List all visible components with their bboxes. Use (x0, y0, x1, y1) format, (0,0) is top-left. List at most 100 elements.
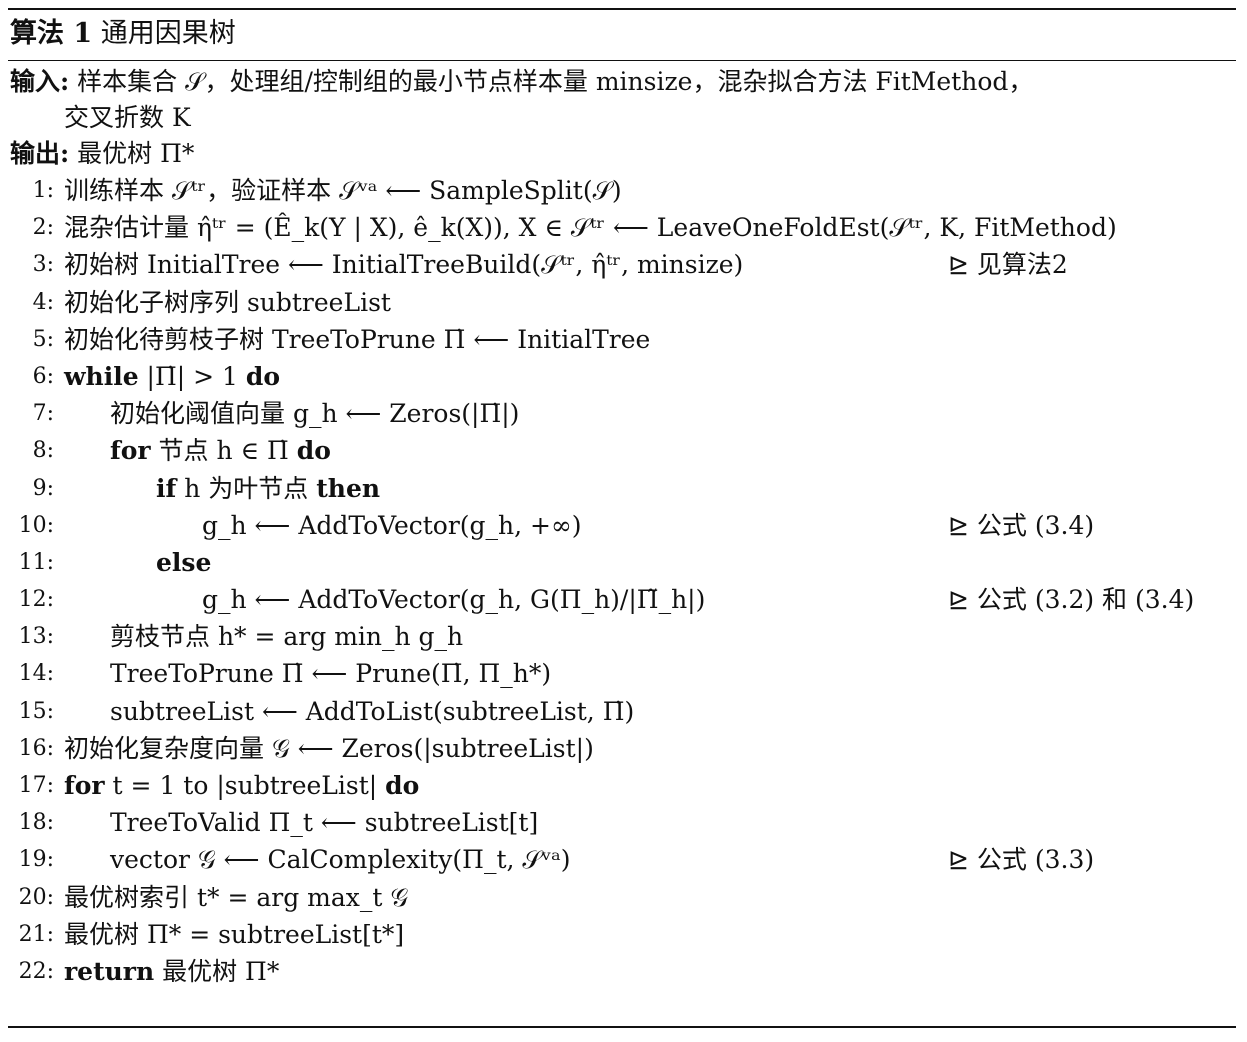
line-statement: 最优树索引 t* = arg max_t 𝒢 (64, 879, 408, 916)
algorithm-line: 1: 训练样本 𝒮ᵗʳ，验证样本 𝒮ᵛᵃ ⟵ SampleSplit(𝒮) (8, 172, 1236, 209)
algorithm-line: 10: g_h ⟵ AddToVector(g_h, +∞) ⊵ 公式 (3.4) (8, 507, 1236, 544)
statement-text: 初始化复杂度向量 𝒢 ⟵ Zeros(|subtreeList|) (64, 733, 594, 763)
algorithm-line: 7: 初始化阈值向量 g_h ⟵ Zeros(|Π̇|) (8, 395, 1236, 432)
output-label: 输出: (10, 139, 70, 168)
output-line: 输出: 最优树 Π* (8, 136, 1236, 172)
line-statement: if h 为叶节点 then (156, 470, 380, 507)
line-statement: 初始化子树序列 subtreeList (64, 284, 391, 321)
line-statement: 初始化复杂度向量 𝒢 ⟵ Zeros(|subtreeList|) (64, 730, 594, 767)
keyword: if (156, 473, 177, 503)
line-comment: ⊵ 公式 (3.4) (948, 510, 1095, 540)
statement-text: 初始化待剪枝子树 TreeToPrune Π̇ ⟵ InitialTree (64, 324, 651, 354)
algorithm-line: 21: 最优树 Π* = subtreeList[t*] (8, 916, 1236, 953)
keyword: for (64, 771, 105, 800)
keyword: return (64, 956, 155, 986)
line-number: 20: (18, 884, 54, 910)
statement-text: t = 1 to |subtreeList| (104, 771, 386, 800)
algorithm-caption: 算法 1 通用因果树 (8, 10, 1236, 60)
input-label: 输入: (10, 67, 70, 96)
line-number: 15: (18, 698, 54, 724)
algorithm-line: 14: TreeToPrune Π̇ ⟵ Prune(Π̇, Π_h*) (8, 655, 1236, 692)
statement-text: 初始树 InitialTree ⟵ InitialTreeBuild(𝒮ᵗʳ, … (64, 250, 744, 280)
line-number: 8: (32, 438, 54, 464)
line-number: 1: (32, 178, 54, 203)
caption-rule (8, 60, 1236, 61)
algorithm-line: 11: else (8, 544, 1236, 581)
input-text-continued: 交叉折数 K (64, 103, 191, 132)
line-comment: ⊵ 公式 (3.2) 和 (3.4) (948, 585, 1195, 615)
statement-text: 初始化子树序列 subtreeList (64, 287, 391, 317)
algorithm-line: 17: for t = 1 to |subtreeList| do (8, 767, 1236, 804)
line-statement: for 节点 h ∈ Π̇ do (110, 432, 331, 469)
line-statement: 初始化待剪枝子树 TreeToPrune Π̇ ⟵ InitialTree (64, 321, 650, 358)
line-statement: while |Π̇| > 1 do (64, 358, 280, 395)
line-number: 4: (32, 289, 54, 315)
line-statement: return 最优树 Π* (64, 953, 279, 990)
algorithm-line: 8: for 节点 h ∈ Π̇ do (8, 432, 1236, 469)
algorithm-line: 18: TreeToValid Π_t ⟵ subtreeList[t] (8, 804, 1236, 841)
line-number: 22: (18, 958, 54, 984)
line-statement: TreeToPrune Π̇ ⟵ Prune(Π̇, Π_h*) (110, 655, 551, 692)
algorithm-title: 通用因果树 (100, 18, 236, 49)
output-text: 最优树 Π* (69, 139, 195, 168)
line-number: 16: (18, 735, 54, 761)
algorithm-line: 16: 初始化复杂度向量 𝒢 ⟵ Zeros(|subtreeList|) (8, 730, 1236, 767)
statement-text: g_h ⟵ AddToVector(g_h, +∞) (202, 510, 582, 540)
statement-text: subtreeList ⟵ AddToList(subtreeList, Π̇) (110, 696, 635, 726)
algorithm-line: 3: 初始树 InitialTree ⟵ InitialTreeBuild(𝒮ᵗʳ… (8, 246, 1236, 283)
keyword: then (316, 473, 381, 503)
line-number: 2: (32, 215, 54, 241)
statement-text: TreeToPrune Π̇ ⟵ Prune(Π̇, Π_h*) (110, 659, 552, 689)
statement-text: 最优树索引 t* = arg max_t 𝒢 (64, 882, 409, 912)
statement-text: 训练样本 𝒮ᵗʳ，验证样本 𝒮ᵛᵃ ⟵ SampleSplit(𝒮) (64, 176, 622, 205)
algorithm-number: 算法 1 (10, 18, 93, 49)
algorithm-line: 2: 混杂估计量 η̂ᵗʳ = (Ê_k(Y | X), ê_k(X)), X ∈… (8, 209, 1236, 246)
statement-text: |Π̇| > 1 (138, 361, 246, 391)
line-statement: g_h ⟵ AddToVector(g_h, +∞) (202, 507, 582, 544)
line-statement: for t = 1 to |subtreeList| do (64, 767, 419, 804)
line-number: 3: (32, 252, 54, 278)
statement-text: vector 𝒢 ⟵ CalComplexity(Π_t, 𝒮ᵛᵃ) (110, 845, 571, 875)
line-number: 10: (18, 512, 54, 538)
line-number: 12: (18, 587, 54, 613)
statement-text: 节点 h ∈ Π̇ (150, 436, 297, 466)
algorithm-line: 4: 初始化子树序列 subtreeList (8, 284, 1236, 321)
keyword: while (64, 361, 139, 391)
algorithm-line: 22: return 最优树 Π* (8, 953, 1236, 990)
algorithm-line: 13: 剪枝节点 h* = arg min_h g_h (8, 618, 1236, 655)
input-line: 输入: 样本集合 𝒮，处理组/控制组的最小节点样本量 minsize，混杂拟合方… (8, 64, 1236, 100)
line-number: 6: (32, 363, 54, 389)
statement-text: 最优树 Π* (154, 956, 280, 986)
algorithm-lines: 1: 训练样本 𝒮ᵗʳ，验证样本 𝒮ᵛᵃ ⟵ SampleSplit(𝒮) 2: 混杂… (8, 172, 1236, 990)
line-number: 7: (32, 401, 54, 427)
line-statement: 剪枝节点 h* = arg min_h g_h (110, 618, 463, 655)
keyword: do (385, 771, 420, 800)
line-statement: 最优树 Π* = subtreeList[t*] (64, 916, 404, 953)
line-number: 19: (18, 847, 54, 873)
algorithm-line: 19: vector 𝒢 ⟵ CalComplexity(Π_t, 𝒮ᵛᵃ) ⊵ 公… (8, 841, 1236, 878)
line-statement: TreeToValid Π_t ⟵ subtreeList[t] (110, 804, 538, 841)
line-statement: g_h ⟵ AddToVector(g_h, G(Π_h)/|Π̃_h|) (202, 581, 705, 618)
statement-text: 最优树 Π* = subtreeList[t*] (64, 919, 405, 949)
algorithm-line: 12: g_h ⟵ AddToVector(g_h, G(Π_h)/|Π̃_h|)… (8, 581, 1236, 618)
statement-text: h 为叶节点 (176, 473, 317, 503)
statement-text: 剪枝节点 h* = arg min_h g_h (110, 622, 464, 652)
algorithm-line: 5: 初始化待剪枝子树 TreeToPrune Π̇ ⟵ InitialTree (8, 321, 1236, 358)
algorithm-line: 6: while |Π̇| > 1 do (8, 358, 1236, 395)
keyword: for (110, 436, 151, 466)
line-number: 21: (18, 921, 54, 947)
line-number: 11: (18, 549, 54, 575)
line-number: 14: (18, 661, 54, 687)
statement-text: 混杂估计量 η̂ᵗʳ = (Ê_k(Y | X), ê_k(X)), X ∈ 𝒮… (64, 213, 1117, 243)
algorithm-line: 20: 最优树索引 t* = arg max_t 𝒢 (8, 879, 1236, 916)
line-statement: 初始树 InitialTree ⟵ InitialTreeBuild(𝒮ᵗʳ, … (64, 246, 743, 283)
line-comment: ⊵ 公式 (3.3) (948, 845, 1095, 875)
input-text: 样本集合 𝒮，处理组/控制组的最小节点样本量 minsize，混杂拟合方法 Fi… (69, 67, 1034, 96)
algorithm-line: 15: subtreeList ⟵ AddToList(subtreeList, … (8, 693, 1236, 730)
line-comment: ⊵ 见算法2 (948, 250, 1068, 280)
statement-text: g_h ⟵ AddToVector(g_h, G(Π_h)/|Π̃_h|) (202, 585, 706, 615)
line-number: 13: (18, 624, 54, 650)
input-line-continued: 交叉折数 K (8, 100, 1236, 136)
line-statement: subtreeList ⟵ AddToList(subtreeList, Π̇) (110, 693, 634, 730)
line-statement: else (156, 544, 211, 581)
